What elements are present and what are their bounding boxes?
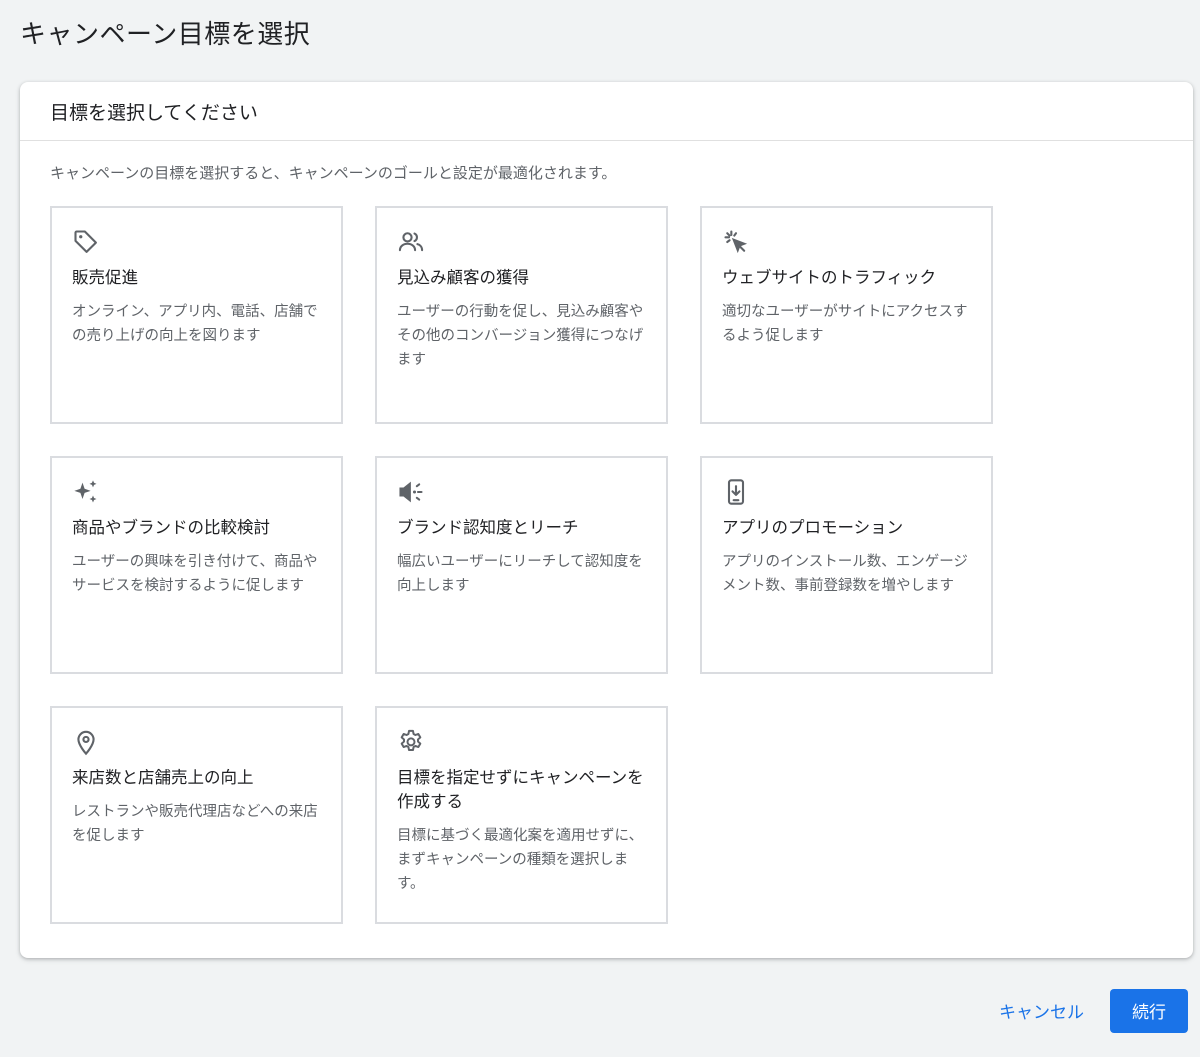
goal-tile-website-traffic[interactable]: ウェブサイトのトラフィック 適切なユーザーがサイトにアクセスするよう促します xyxy=(700,206,993,424)
goal-tile-no-goal[interactable]: 目標を指定せずにキャンペーンを作成する 目標に基づく最適化案を適用せずに、まずキ… xyxy=(375,706,668,924)
goal-tile-sales[interactable]: 販売促進 オンライン、アプリ内、電話、店舗での売り上げの向上を図ります xyxy=(50,206,343,424)
goal-tile-local-store-visits[interactable]: 来店数と店舗売上の向上 レストランや販売代理店などへの来店を促します xyxy=(50,706,343,924)
goal-description: アプリのインストール数、エンゲージメント数、事前登録数を増やします xyxy=(722,554,968,594)
goal-title: 目標を指定せずにキャンペーンを作成する xyxy=(397,768,644,811)
cancel-button[interactable]: キャンセル xyxy=(991,988,1092,1033)
goal-title: 来店数と店舗売上の向上 xyxy=(72,768,254,787)
goal-description: ユーザーの興味を引き付けて、商品やサービスを検討するように促します xyxy=(72,554,318,594)
goal-description: 目標に基づく最適化案を適用せずに、まずキャンペーンの種類を選択します。 xyxy=(397,828,644,892)
goal-title: アプリのプロモーション xyxy=(722,518,904,537)
goal-description: オンライン、アプリ内、電話、店舗での売り上げの向上を図ります xyxy=(72,304,318,344)
goal-title: ウェブサイトのトラフィック xyxy=(722,268,937,287)
location-pin-icon xyxy=(72,728,100,756)
goal-tile-app-promotion[interactable]: アプリのプロモーション アプリのインストール数、エンゲージメント数、事前登録数を… xyxy=(700,456,993,674)
page-title: キャンペーン目標を選択 xyxy=(20,20,311,50)
goal-title: 見込み顧客の獲得 xyxy=(397,268,529,287)
goal-title: 商品やブランドの比較検討 xyxy=(72,518,270,537)
dialog-footer: キャンセル 続行 xyxy=(991,988,1188,1033)
sparkle-icon xyxy=(72,478,100,506)
goal-title: 販売促進 xyxy=(72,268,138,287)
goal-selection-card: 目標を選択してください キャンペーンの目標を選択すると、キャンペーンのゴールと設… xyxy=(20,82,1193,958)
goal-tile-leads[interactable]: 見込み顧客の獲得 ユーザーの行動を促し、見込み顧客やその他のコンバージョン獲得に… xyxy=(375,206,668,424)
goal-title: ブランド認知度とリーチ xyxy=(397,518,579,537)
card-header: 目標を選択してください xyxy=(20,82,1193,141)
gear-icon xyxy=(397,728,425,756)
cursor-click-icon xyxy=(722,228,750,256)
phone-download-icon xyxy=(722,478,750,506)
card-description: キャンペーンの目標を選択すると、キャンペーンのゴールと設定が最適化されます。 xyxy=(50,164,617,182)
people-icon xyxy=(397,228,425,256)
tag-icon xyxy=(72,228,100,256)
continue-button[interactable]: 続行 xyxy=(1110,988,1188,1033)
goal-tile-brand-awareness[interactable]: ブランド認知度とリーチ 幅広いユーザーにリーチして認知度を向上します xyxy=(375,456,668,674)
goal-description: 幅広いユーザーにリーチして認知度を向上します xyxy=(397,554,643,594)
megaphone-icon xyxy=(397,478,425,506)
goal-grid: 販売促進 オンライン、アプリ内、電話、店舗での売り上げの向上を図ります 見込み顧… xyxy=(50,206,993,924)
goal-description: ユーザーの行動を促し、見込み顧客やその他のコンバージョン獲得につなげます xyxy=(397,304,644,368)
goal-tile-consideration[interactable]: 商品やブランドの比較検討 ユーザーの興味を引き付けて、商品やサービスを検討するよ… xyxy=(50,456,343,674)
goal-description: レストランや販売代理店などへの来店を促します xyxy=(72,804,318,844)
goal-description: 適切なユーザーがサイトにアクセスするよう促します xyxy=(722,304,968,344)
